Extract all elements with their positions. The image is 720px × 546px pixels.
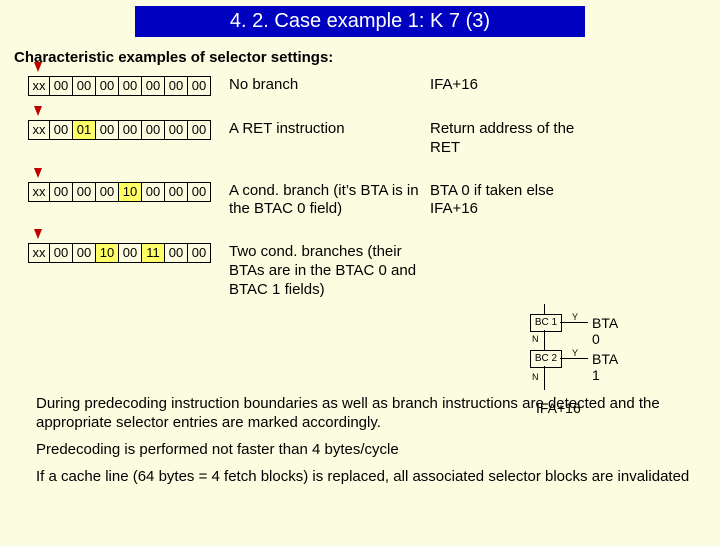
- selector-cell: 00: [187, 120, 211, 140]
- row-result: IFA+16: [430, 76, 600, 95]
- selector-cell: xx: [28, 182, 49, 202]
- selector-cell: 00: [187, 182, 211, 202]
- row-description: A RET instruction: [229, 120, 424, 139]
- row-result: Return address of the RET: [430, 120, 600, 158]
- y2-label: Y: [572, 348, 578, 358]
- selector-cell: xx: [28, 120, 49, 140]
- selector-cell: 00: [49, 243, 72, 263]
- body-paragraph: If a cache line (64 bytes = 4 fetch bloc…: [36, 468, 696, 487]
- ifa16-label: IFA+16: [536, 400, 581, 416]
- selector-cell: 00: [187, 76, 211, 96]
- bc1-box: BC 1: [530, 314, 562, 332]
- selector-cell: 00: [49, 76, 72, 96]
- selector-rows: xx00000000000000No branchIFA+16xx0001000…: [28, 76, 720, 299]
- bta0-label: BTA 0: [592, 315, 617, 347]
- selector-cell: 00: [95, 76, 118, 96]
- selector-cell: 10: [118, 182, 141, 202]
- selector-cell: 00: [49, 182, 72, 202]
- selector-cell: 00: [187, 243, 211, 263]
- selector-cell: 00: [164, 120, 187, 140]
- selector-cell: 00: [164, 243, 187, 263]
- selector-cell: 00: [95, 182, 118, 202]
- selector-cell: 00: [164, 76, 187, 96]
- bta1-label: BTA 1: [592, 351, 617, 383]
- row-description: Two cond. branches (their BTAs are in th…: [229, 243, 424, 299]
- selector-cell: 00: [141, 182, 164, 202]
- row-description: No branch: [229, 76, 424, 95]
- selector-cell: xx: [28, 243, 49, 263]
- paragraphs: During predecoding instruction boundarie…: [0, 395, 720, 486]
- selector-cell: xx: [28, 76, 49, 96]
- subheading: Characteristic examples of selector sett…: [14, 49, 720, 66]
- selector-cell: 00: [49, 120, 72, 140]
- n2-label: N: [532, 372, 539, 382]
- selector-cell: 11: [141, 243, 164, 263]
- bc2-box: BC 2: [530, 350, 562, 368]
- selector-cell: 00: [118, 120, 141, 140]
- selector-cell: 00: [118, 243, 141, 263]
- n-label: N: [532, 334, 539, 344]
- selector-cell: 00: [72, 182, 95, 202]
- selector-cell: 00: [141, 120, 164, 140]
- selector-cell: 00: [72, 243, 95, 263]
- body-paragraph: Predecoding is performed not faster than…: [36, 441, 696, 460]
- selector-cell: 00: [118, 76, 141, 96]
- selector-cell: 01: [72, 120, 95, 140]
- body-paragraph: During predecoding instruction boundarie…: [36, 395, 696, 433]
- row-result: BTA 0 if taken else IFA+16: [430, 182, 600, 220]
- slide-title: 4. 2. Case example 1: K 7 (3): [135, 6, 585, 37]
- selector-cell: 00: [141, 76, 164, 96]
- selector-cell: 00: [95, 120, 118, 140]
- selector-cell: 10: [95, 243, 118, 263]
- selector-cell: 00: [72, 76, 95, 96]
- row-description: A cond. branch (it’s BTA is in the BTAC …: [229, 182, 424, 220]
- selector-cell: 00: [164, 182, 187, 202]
- y-label: Y: [572, 312, 578, 322]
